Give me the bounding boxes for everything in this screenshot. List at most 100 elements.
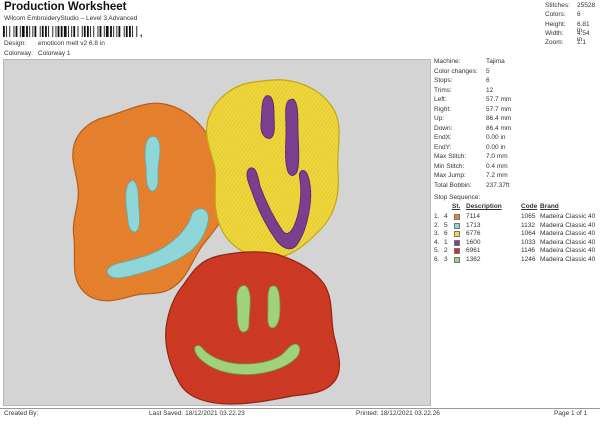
yellow-face-left-eye (260, 95, 275, 139)
column-st: St. (452, 203, 461, 210)
barcode-bar (21, 26, 25, 37)
thread-color-swatch (454, 214, 460, 220)
barcode-text: , (140, 28, 143, 38)
barcode-bar (81, 26, 83, 37)
barcode-bar (6, 26, 8, 37)
barcode-bar (9, 26, 11, 37)
info-label: Max Stitch: (434, 153, 467, 160)
red-smiley-face (165, 251, 341, 405)
barcode-bar (110, 26, 112, 37)
seq-code: 1033 (521, 238, 536, 246)
design-value: emoticon melt v2 6.8 in (38, 40, 105, 47)
column-brand: Brand (540, 203, 559, 210)
info-label: Left: (434, 96, 447, 103)
info-label: Total Bobbin: (434, 181, 472, 189)
info-value: 86.4 mm (486, 115, 512, 122)
barcode-bar (103, 26, 105, 37)
column-description: Description (466, 203, 502, 210)
barcode-bar (60, 26, 63, 37)
barcode-bar (3, 26, 5, 37)
seq-description: 1600 (466, 238, 481, 246)
seq-index: 4. (434, 238, 440, 246)
info-label: Machine: (434, 58, 461, 65)
barcode-bar (32, 26, 34, 37)
software-subtitle: Wilcom EmbroideryStudio – Level 3 Advanc… (4, 15, 138, 22)
barcode-bar (93, 26, 95, 37)
design-label: Design: (4, 40, 27, 47)
seq-brand: Madeira Classic 40 (540, 256, 596, 263)
barcode-bar (116, 26, 118, 37)
thread-color-swatch (454, 248, 460, 255)
colorway-label: Colorway: (4, 50, 33, 57)
info-value: 7.2 mm (486, 172, 508, 179)
info-label: Max Jump: (434, 172, 466, 179)
seq-index: 5. (434, 247, 440, 255)
info-label: Color changes: (434, 67, 478, 75)
info-value: 6 (486, 77, 490, 84)
info-value: 0.00 in (486, 143, 506, 151)
thread-color-swatch (454, 257, 460, 263)
barcode-bar (83, 26, 86, 37)
barcode-bar (55, 26, 57, 37)
printed-date: Printed: 18/12/2021 03.22.26 (356, 410, 440, 417)
stat-label: Stitches: (545, 2, 570, 9)
info-label: Down: (434, 124, 453, 132)
seq-stop: 6 (444, 230, 448, 238)
stop-sequence-row: 3. 6 6776 1064 Madeira Classic 40 (432, 231, 598, 239)
seq-code: 1065 (521, 213, 536, 220)
seq-stop: 3 (444, 256, 448, 263)
info-value: Tajima (486, 58, 505, 65)
yellow-face-right-eye (285, 98, 300, 176)
seq-stop: 4 (444, 213, 448, 220)
stop-sequence-row: 6. 3 1362 1246 Madeira Classic 40 (432, 256, 598, 265)
info-value: 7.0 mm (486, 153, 508, 160)
seq-brand: Madeira Classic 40 (540, 230, 596, 238)
barcode-bar (129, 26, 131, 37)
seq-description: 1713 (466, 221, 481, 229)
barcode (3, 26, 138, 37)
info-value: 57.7 mm (486, 105, 512, 113)
barcode-bar (132, 26, 134, 37)
seq-brand: Madeira Classic 40 (540, 221, 596, 229)
last-saved: Last Saved: 18/12/2021 03.22.23 (149, 410, 245, 417)
info-label: EndY: (434, 143, 452, 151)
barcode-bar (15, 26, 18, 37)
barcode-bar (77, 26, 79, 37)
seq-brand: Madeira Classic 40 (540, 238, 596, 246)
seq-brand: Madeira Classic 40 (540, 247, 596, 255)
thread-color-swatch (454, 239, 460, 246)
barcode-bar (48, 26, 50, 37)
info-label: Right: (434, 105, 451, 113)
barcode-bar (39, 26, 41, 37)
barcode-bar (45, 26, 47, 37)
seq-description: 6776 (466, 230, 481, 238)
stop-sequence-header: St. Description Code Brand (432, 203, 598, 212)
info-value: 0.00 in (486, 134, 506, 141)
seq-code: 1064 (521, 230, 536, 238)
stat-value: 25528 (577, 2, 596, 9)
seq-code: 1146 (521, 247, 535, 255)
stat-label: Colors: (545, 11, 566, 19)
barcode-bar (63, 26, 67, 37)
seq-code: 1246 (521, 256, 536, 263)
stat-value: 1:1 (577, 39, 587, 47)
info-value: 5 (486, 67, 490, 75)
barcode-bar (87, 26, 89, 37)
seq-code: 1132 (521, 221, 535, 229)
barcode-bar (13, 26, 15, 37)
stop-sequence-row: 1. 4 7114 1065 Madeira Classic 40 (432, 213, 598, 222)
barcode-bar (105, 26, 109, 37)
red-face-right-eye (267, 285, 281, 329)
stat-label: Zoom: (545, 39, 564, 47)
footer-divider (0, 408, 600, 409)
barcode-bar (125, 26, 128, 37)
stat-value: 6 (577, 11, 581, 19)
info-value: 12 (486, 86, 494, 94)
info-label: Min Stitch: (434, 162, 465, 170)
barcode-bar (73, 26, 76, 37)
seq-index: 3. (434, 230, 440, 238)
worksheet-title: Production Worksheet (4, 1, 127, 13)
barcode-bar (41, 26, 44, 37)
info-value: 57.7 mm (486, 96, 512, 103)
info-value: 86.4 mm (486, 124, 512, 132)
